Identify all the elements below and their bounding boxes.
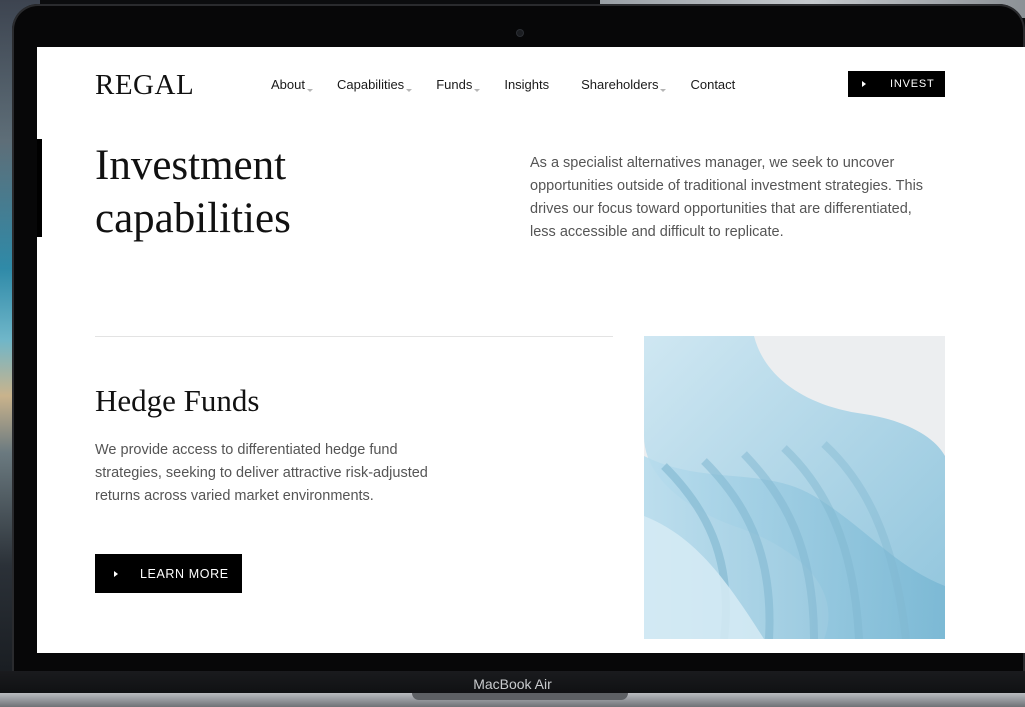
device-label: MacBook Air [473, 676, 552, 692]
side-accent-bar [37, 139, 42, 237]
chevron-down-icon [660, 89, 667, 92]
nav-item-shareholders[interactable]: Shareholders [581, 77, 667, 96]
laptop-screen: REGAL About Capabilities Funds Insights … [37, 47, 1025, 653]
main-nav: About Capabilities Funds Insights Shareh… [271, 77, 767, 96]
nav-item-label: Shareholders [581, 77, 659, 92]
nav-item-insights[interactable]: Insights [504, 77, 549, 96]
page-title: Investment capabilities [95, 139, 415, 245]
nav-item-contact[interactable]: Contact [690, 77, 735, 96]
page-title-line2: capabilities [95, 195, 291, 242]
abstract-wave-illustration [644, 336, 945, 639]
nav-item-label: Contact [690, 77, 736, 92]
learn-more-label: LEARN MORE [140, 566, 229, 581]
abstract-art-image [644, 336, 945, 639]
webcam-icon [517, 30, 523, 36]
chevron-down-icon [406, 89, 413, 92]
nav-item-funds[interactable]: Funds [436, 77, 481, 96]
nav-item-label: Capabilities [336, 77, 405, 92]
laptop-chin: MacBook Air [0, 671, 1025, 695]
section-description: We provide access to differentiated hedg… [95, 442, 428, 504]
nav-item-capabilities[interactable]: Capabilities [336, 77, 413, 96]
site-logo[interactable]: REGAL [95, 69, 194, 102]
page-title-line1: Investment [95, 142, 287, 189]
intro-paragraph: As a specialist alternatives manager, we… [530, 155, 924, 240]
nav-item-label: Funds [436, 77, 473, 92]
section-title: Hedge Funds [95, 383, 260, 418]
invest-button-label: INVEST [890, 78, 935, 90]
nav-item-label: About [271, 77, 305, 92]
section-divider [95, 336, 613, 337]
nav-item-label: Insights [504, 77, 550, 92]
play-arrow-icon [862, 81, 866, 87]
learn-more-button[interactable]: LEARN MORE [95, 554, 242, 593]
chevron-down-icon [306, 89, 313, 92]
chevron-down-icon [474, 89, 481, 92]
laptop-notch [412, 693, 628, 700]
invest-button[interactable]: INVEST [848, 71, 945, 97]
nav-item-about[interactable]: About [271, 77, 313, 96]
play-arrow-icon [114, 570, 118, 577]
